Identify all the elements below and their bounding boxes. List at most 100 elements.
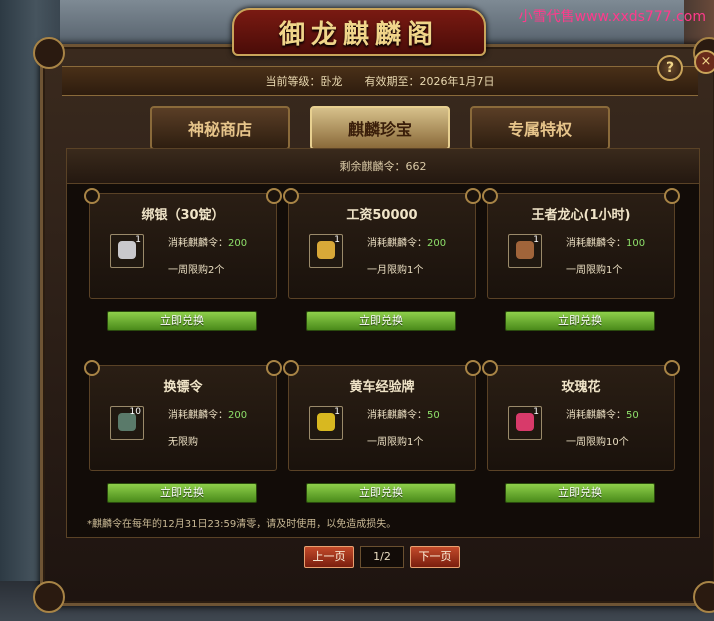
- item-limit: 一月限购1个: [367, 265, 424, 276]
- item-name: 工资50000: [346, 208, 418, 223]
- item-card: 工资50000 1 消耗麒麟令：200 一月限购1个: [283, 188, 481, 299]
- item-card: 黄车经验牌 1 消耗麒麟令：50 一周限购1个: [283, 360, 481, 471]
- card-ornament: [266, 360, 282, 376]
- cost-label: 消耗麒麟令：: [168, 410, 228, 421]
- item-grid: 绑银（30锭） 1 消耗麒麟令：200 一周限购2个 立即兑换 工资50000 …: [84, 188, 681, 525]
- item-limit: 一周限购1个: [566, 265, 623, 276]
- cost-value: 200: [228, 238, 248, 249]
- item-slot[interactable]: 1: [309, 234, 343, 268]
- redeem-button[interactable]: 立即兑换: [306, 311, 456, 331]
- item-name: 换镖令: [163, 380, 203, 395]
- item-quantity: 1: [533, 407, 539, 417]
- redeem-button[interactable]: 立即兑换: [107, 311, 257, 331]
- cost-label: 消耗麒麟令：: [566, 238, 626, 249]
- tab-qilin-treasure[interactable]: 麒麟珍宝: [310, 106, 450, 150]
- item-cell: 玫瑰花 1 消耗麒麟令：50 一周限购10个 立即兑换: [482, 360, 680, 525]
- item-cell: 换镖令 10 消耗麒麟令：200 无限购 立即兑换: [84, 360, 282, 525]
- redeem-button[interactable]: 立即兑换: [505, 311, 655, 331]
- item-cost: 消耗麒麟令：200: [367, 234, 446, 249]
- item-card: 绑银（30锭） 1 消耗麒麟令：200 一周限购2个: [84, 188, 282, 299]
- corner-ornament: [33, 37, 65, 69]
- cost-label: 消耗麒麟令：: [367, 238, 427, 249]
- reset-notice: *麒麟令在每年的12月31日23:59清零，请及时使用，以免造成损失。: [87, 519, 397, 530]
- tokens-remaining: 剩余麒麟令：662: [67, 149, 699, 184]
- treasure-content: 剩余麒麟令：662 绑银（30锭） 1 消耗麒麟令：200 一周限购2个 立即兑…: [66, 148, 700, 538]
- item-quantity: 1: [533, 235, 539, 245]
- card-ornament: [283, 188, 299, 204]
- tab-label: 神秘商店: [187, 120, 252, 139]
- silver-ingot-icon: [118, 241, 136, 259]
- close-icon: ×: [700, 54, 712, 69]
- tab-mystery-shop[interactable]: 神秘商店: [150, 106, 290, 150]
- title-plate: 御龙麒麟阁: [232, 8, 486, 56]
- tab-exclusive-privilege[interactable]: 专属特权: [470, 106, 610, 150]
- item-cell: 工资50000 1 消耗麒麟令：200 一月限购1个 立即兑换: [283, 188, 481, 353]
- item-cell: 王者龙心(1小时) 1 消耗麒麟令：100 一周限购1个 立即兑换: [482, 188, 680, 353]
- item-cell: 绑银（30锭） 1 消耗麒麟令：200 一周限购2个 立即兑换: [84, 188, 282, 353]
- corner-ornament: [33, 581, 65, 613]
- item-limit: 一周限购10个: [566, 437, 629, 448]
- card-ornament: [482, 188, 498, 204]
- item-name: 黄车经验牌: [349, 380, 415, 395]
- item-card: 换镖令 10 消耗麒麟令：200 无限购: [84, 360, 282, 471]
- cost-value: 200: [228, 410, 248, 421]
- item-cell: 黄车经验牌 1 消耗麒麟令：50 一周限购1个 立即兑换: [283, 360, 481, 525]
- card-ornament: [84, 188, 100, 204]
- item-quantity: 1: [135, 235, 141, 245]
- card-ornament: [84, 360, 100, 376]
- item-cost: 消耗麒麟令：50: [566, 406, 639, 421]
- item-slot[interactable]: 1: [309, 406, 343, 440]
- status-bar: 当前等级：卧龙 有效期至：2026年1月7日: [62, 66, 698, 96]
- page-indicator: 1/2: [360, 546, 404, 568]
- redeem-button[interactable]: 立即兑换: [107, 483, 257, 503]
- card-ornament: [664, 360, 680, 376]
- item-slot[interactable]: 1: [508, 406, 542, 440]
- item-slot[interactable]: 10: [110, 406, 144, 440]
- card-ornament: [664, 188, 680, 204]
- item-cost: 消耗麒麟令：200: [168, 234, 247, 249]
- close-button[interactable]: ×: [694, 50, 714, 74]
- item-slot[interactable]: 1: [110, 234, 144, 268]
- gold-ingot-icon: [317, 241, 335, 259]
- yellow-cart-icon: [317, 413, 335, 431]
- cost-value: 50: [427, 410, 440, 421]
- card-ornament: [283, 360, 299, 376]
- cost-label: 消耗麒麟令：: [168, 238, 228, 249]
- card-ornament: [482, 360, 498, 376]
- rose-icon: [516, 413, 534, 431]
- panel-title: 御龙麒麟阁: [278, 19, 439, 50]
- tokens-remaining-text: 剩余麒麟令：662: [339, 160, 427, 173]
- dragon-heart-icon: [516, 241, 534, 259]
- watermark: 小雪代售www.xxds777.com: [518, 9, 706, 25]
- item-name: 王者龙心(1小时): [531, 208, 631, 223]
- item-limit: 一周限购2个: [168, 265, 225, 276]
- item-slot[interactable]: 1: [508, 234, 542, 268]
- cost-value: 200: [427, 238, 447, 249]
- item-name: 玫瑰花: [561, 380, 601, 395]
- item-quantity: 10: [129, 407, 141, 417]
- redeem-button[interactable]: 立即兑换: [306, 483, 456, 503]
- item-quantity: 1: [334, 407, 340, 417]
- cost-value: 100: [626, 238, 646, 249]
- card-ornament: [465, 188, 481, 204]
- item-name: 绑银（30锭）: [141, 208, 225, 223]
- current-level: 当前等级：卧龙: [265, 75, 343, 88]
- item-limit: 一周限购1个: [367, 437, 424, 448]
- item-cost: 消耗麒麟令：200: [168, 406, 247, 421]
- cost-label: 消耗麒麟令：: [367, 410, 427, 421]
- help-button[interactable]: ?: [657, 55, 683, 81]
- item-card: 王者龙心(1小时) 1 消耗麒麟令：100 一周限购1个: [482, 188, 680, 299]
- tab-label: 麒麟珍宝: [347, 120, 412, 139]
- card-ornament: [266, 188, 282, 204]
- prev-page-button[interactable]: 上一页: [304, 546, 354, 568]
- item-cost: 消耗麒麟令：100: [566, 234, 645, 249]
- item-card: 玫瑰花 1 消耗麒麟令：50 一周限购10个: [482, 360, 680, 471]
- tab-bar: 神秘商店 麒麟珍宝 专属特权: [150, 106, 610, 150]
- pagination: 上一页 1/2 下一页: [304, 546, 460, 568]
- redeem-button[interactable]: 立即兑换: [505, 483, 655, 503]
- item-quantity: 1: [334, 235, 340, 245]
- tab-label: 专属特权: [507, 120, 572, 139]
- item-limit: 无限购: [168, 437, 198, 448]
- cost-value: 50: [626, 410, 639, 421]
- next-page-button[interactable]: 下一页: [410, 546, 460, 568]
